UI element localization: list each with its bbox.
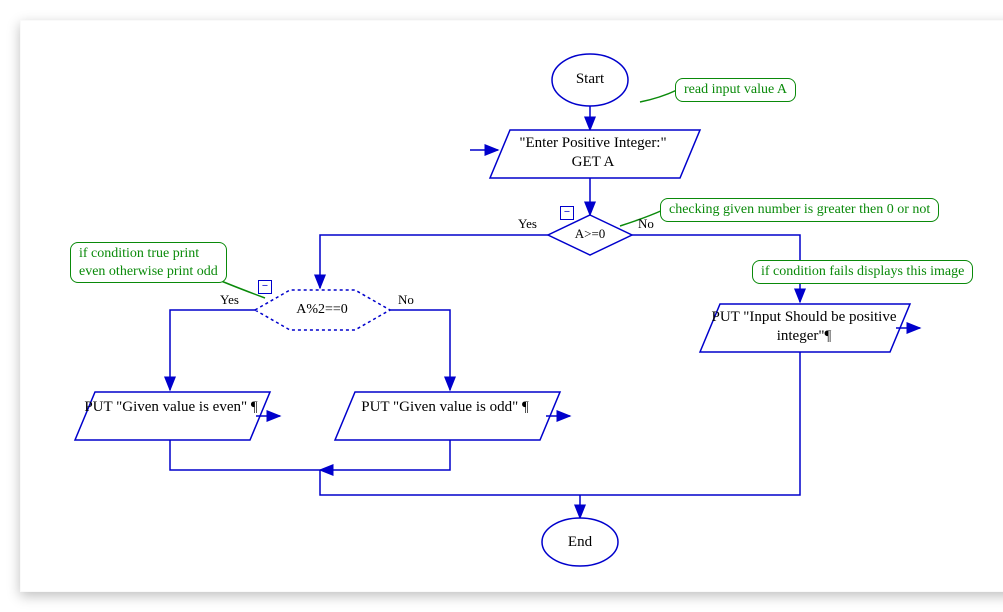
decision2-no: No [398,292,414,308]
decision-even-odd [255,290,390,330]
flowchart-canvas: Start "Enter Positive Integer:" GET A A>… [20,20,1003,592]
input-node [490,130,700,178]
collapse-icon[interactable]: − [258,280,272,294]
flowchart-svg [20,20,1003,592]
decision1-no: No [638,216,654,232]
output-even [75,392,270,440]
comment-fails: if condition fails displays this image [752,260,973,284]
comment-evenodd-l2: even otherwise print odd [79,264,218,279]
decision2-yes: Yes [220,292,239,308]
comment-read: read input value A [675,78,796,102]
start-node [552,54,628,106]
decision1-yes: Yes [518,216,537,232]
decision-a-ge-0 [548,215,632,255]
comment-evenodd: if condition true print even otherwise p… [70,242,227,283]
output-odd [335,392,560,440]
collapse-icon[interactable]: − [560,206,574,220]
end-node [542,518,618,566]
comment-evenodd-l1: if condition true print [79,246,199,261]
comment-check: checking given number is greater then 0 … [660,198,939,222]
output-error [700,304,910,352]
